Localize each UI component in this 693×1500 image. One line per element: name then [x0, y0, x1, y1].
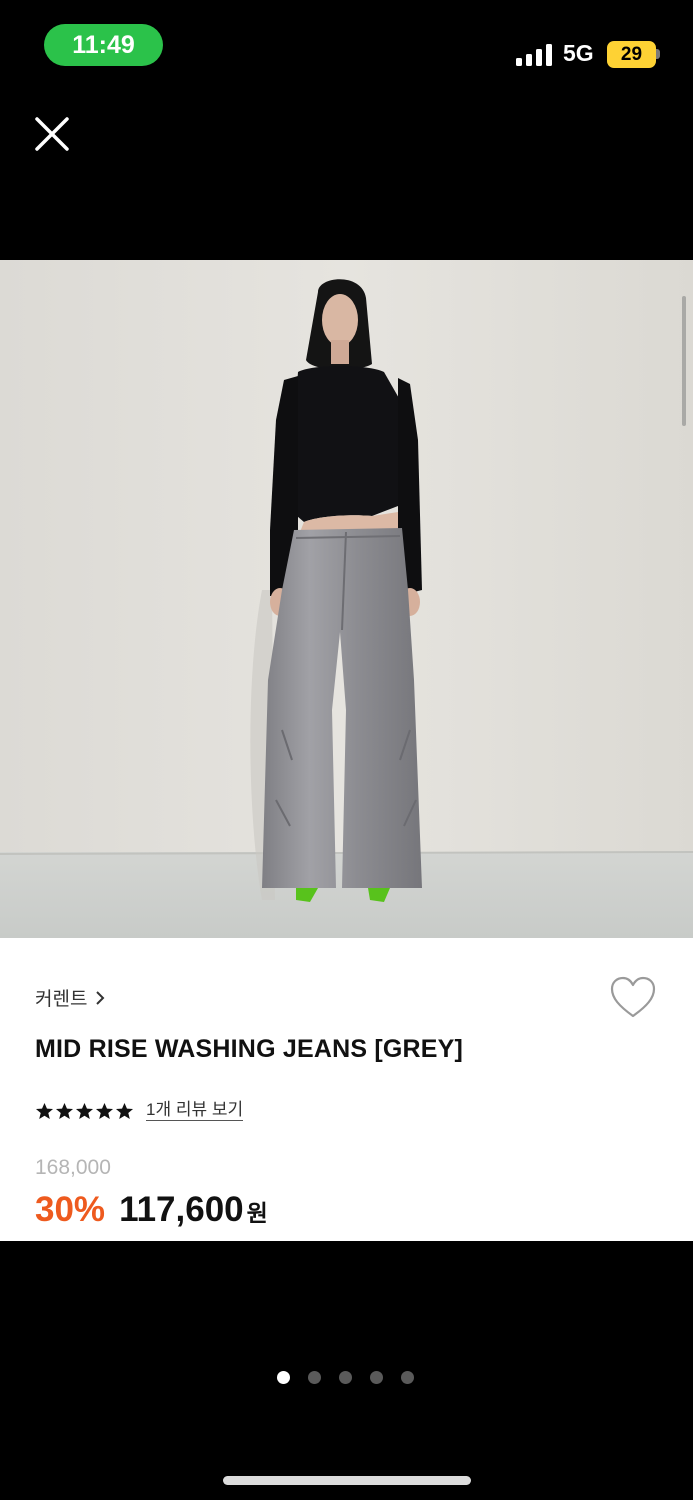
star-icon: [95, 1102, 114, 1120]
pager-dot[interactable]: [370, 1371, 383, 1384]
home-indicator[interactable]: [223, 1476, 471, 1485]
brand-name: 커렌트: [35, 989, 88, 1010]
wishlist-button[interactable]: [609, 976, 657, 1020]
sale-price: 117,600: [119, 1190, 244, 1229]
product-image[interactable]: [0, 260, 693, 938]
pager-dot[interactable]: [401, 1371, 414, 1384]
discount-rate: 30%: [35, 1190, 106, 1229]
star-icon: [35, 1102, 54, 1120]
star-icon: [55, 1102, 74, 1120]
pager-dot[interactable]: [308, 1371, 321, 1384]
pager-dot[interactable]: [339, 1371, 352, 1384]
close-button[interactable]: [28, 110, 76, 158]
battery-tip: [656, 49, 660, 59]
product-photo-model-in-grey-wide-jeans: [0, 260, 693, 938]
star-icon: [115, 1102, 134, 1120]
chevron-right-icon: [96, 990, 105, 1005]
status-time: 11:49: [44, 24, 163, 66]
currency-unit: 원: [246, 1200, 268, 1226]
close-icon: [35, 117, 69, 151]
product-title: MID RISE WASHING JEANS [GREY]: [35, 1035, 464, 1063]
battery-icon: 29: [607, 41, 656, 68]
cellular-signal-icon: [516, 44, 554, 66]
heart-icon: [610, 976, 656, 1018]
network-type: 5G: [563, 40, 594, 66]
image-pager[interactable]: [277, 1371, 414, 1384]
pager-dot[interactable]: [277, 1371, 290, 1384]
review-link[interactable]: 1개 리뷰 보기: [146, 1101, 244, 1121]
original-price: 168,000: [35, 1156, 111, 1179]
star-icon: [75, 1102, 94, 1120]
star-rating: [35, 1102, 134, 1120]
scroll-indicator: [682, 296, 686, 426]
product-info-panel: 커렌트 MID RISE WASHING JEANS [GREY] 1개 리뷰 …: [0, 938, 693, 1241]
brand-link[interactable]: 커렌트: [35, 984, 105, 1011]
status-bar: 11:49 5G 29: [0, 0, 693, 90]
price-row: 30% 117,600 원: [35, 1190, 268, 1230]
rating-row: 1개 리뷰 보기: [35, 1101, 244, 1121]
